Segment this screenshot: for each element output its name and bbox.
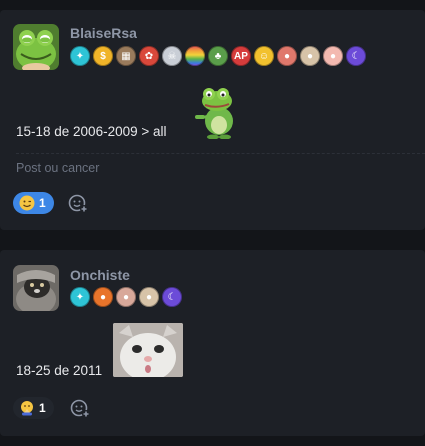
dollar-badge-icon[interactable]: $ — [93, 46, 113, 66]
sparkle-badge-icon[interactable]: ✦ — [70, 46, 90, 66]
sprout-badge-icon[interactable]: ♣ — [208, 46, 228, 66]
cat-sticker — [113, 323, 183, 377]
pig-badge-icon[interactable]: ● — [277, 46, 297, 66]
divider — [16, 153, 425, 154]
girl-badge-icon[interactable]: ● — [323, 46, 343, 66]
sparkle-badge-icon[interactable]: ✦ — [70, 287, 90, 307]
reaction-button[interactable]: 1 — [13, 397, 54, 419]
comment-placeholder[interactable]: Post ou cancer — [16, 161, 99, 175]
cat-badge-icon[interactable]: ● — [300, 46, 320, 66]
reaction-count: 1 — [39, 401, 46, 415]
cat-badge-icon[interactable]: ● — [139, 287, 159, 307]
badge-list: ✦ ● ● ● ☾ — [70, 287, 182, 307]
add-reaction-icon[interactable] — [68, 193, 88, 213]
username[interactable]: Onchiste — [70, 267, 130, 283]
username[interactable]: BlaiseRsa — [70, 25, 137, 41]
avatar[interactable] — [13, 265, 59, 311]
ap-badge-icon[interactable]: AP — [231, 46, 251, 66]
add-reaction-icon[interactable] — [70, 398, 90, 418]
avatar[interactable] — [13, 24, 59, 70]
reaction-button[interactable]: 1 — [13, 192, 54, 214]
wink-emoji-icon — [19, 195, 35, 211]
moon-badge-icon[interactable]: ☾ — [162, 287, 182, 307]
rainbow-badge-icon[interactable] — [185, 46, 205, 66]
frog-sticker — [193, 87, 243, 140]
skull-badge-icon[interactable]: ☠ — [162, 46, 182, 66]
post-text: 15-18 de 2006-2009 > all — [16, 124, 167, 139]
reaction-count: 1 — [39, 196, 46, 210]
cube-badge-icon[interactable]: ▦ — [116, 46, 136, 66]
fox-badge-icon[interactable]: ● — [93, 287, 113, 307]
badge-list: ✦ $ ▦ ✿ ☠ ♣ AP ☺ ● ● ● ☾ — [70, 46, 366, 66]
moon-badge-icon[interactable]: ☾ — [346, 46, 366, 66]
pray-emoji-icon — [19, 400, 35, 416]
post-card: Onchiste ✦ ● ● ● ☾ 18-25 de 2011 1 — [0, 250, 425, 436]
flower-badge-icon[interactable]: ✿ — [139, 46, 159, 66]
baby-badge-icon[interactable]: ● — [116, 287, 136, 307]
post-card: BlaiseRsa ✦ $ ▦ ✿ ☠ ♣ AP ☺ ● ● ● ☾ 15-18 de 2006-20… — [0, 10, 425, 230]
post-text: 18-25 de 2011 — [16, 363, 103, 378]
smiley-badge-icon[interactable]: ☺ — [254, 46, 274, 66]
